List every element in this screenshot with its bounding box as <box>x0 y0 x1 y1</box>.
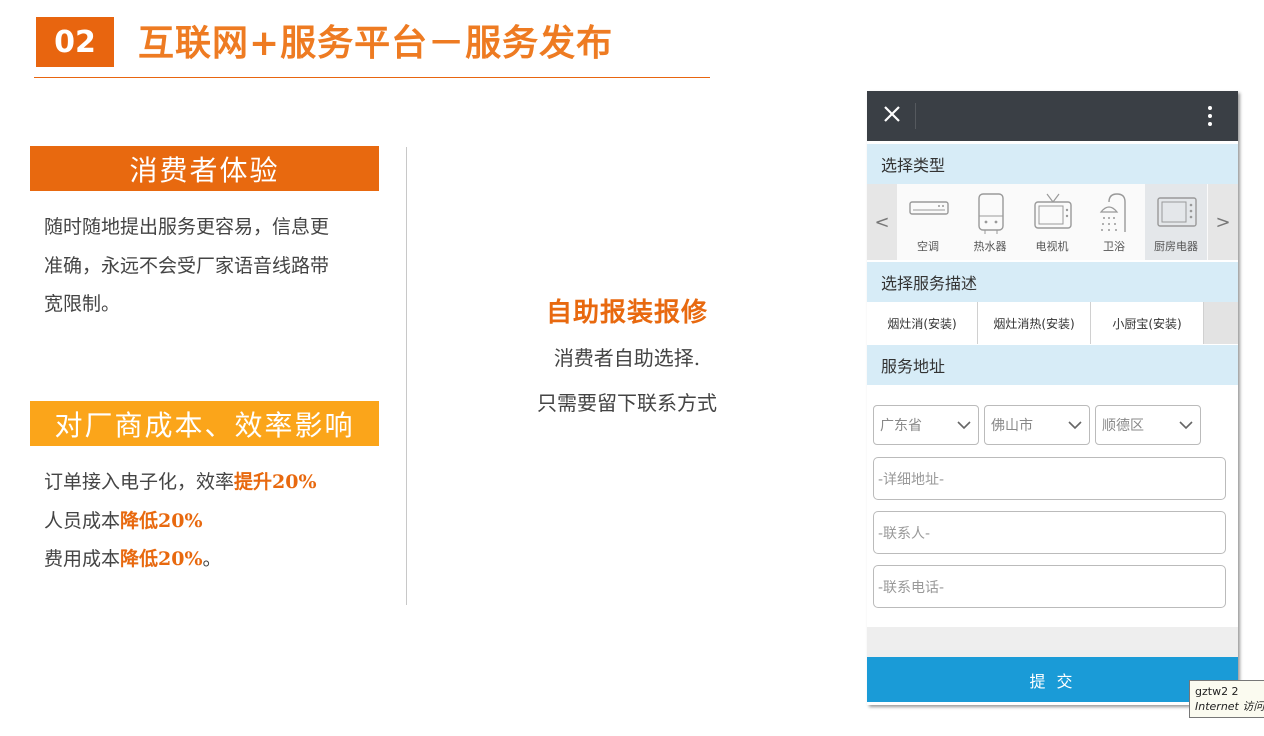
service-description-row: 烟灶消(安装) 烟灶消热(安装) 小厨宝(安装) <box>867 302 1238 344</box>
category-label: 厨房电器 <box>1154 240 1198 253</box>
phone-mockup: 选择类型 < 空调 热水器 电视机 卫浴 厨房电器 > 选择服务描述 烟灶消(安… <box>867 91 1238 705</box>
category-label: 热水器 <box>973 240 1007 253</box>
district-value: 顺德区 <box>1102 418 1144 434</box>
city-select[interactable]: 佛山市 <box>984 405 1090 445</box>
self-service-line: 只需要留下联系方式 <box>537 391 717 415</box>
vendor-highlight: 降低20% <box>120 548 203 570</box>
title-divider <box>34 77 710 78</box>
category-air-conditioner[interactable]: 空调 <box>897 184 959 260</box>
consumer-heading: 消费者体验 <box>30 146 379 191</box>
app-topbar <box>867 91 1238 141</box>
vendor-line-text: 订单接入电子化，效率 <box>44 471 235 493</box>
tv-icon <box>1034 193 1072 229</box>
tooltip: gztw2 2 Internet 访问 <box>1189 680 1264 718</box>
vertical-divider <box>406 147 407 605</box>
carousel-prev-button[interactable]: < <box>867 184 897 260</box>
province-value: 广东省 <box>880 418 922 434</box>
chevron-down-icon <box>957 421 971 430</box>
category-label: 电视机 <box>1035 240 1069 253</box>
category-tv[interactable]: 电视机 <box>1021 184 1083 260</box>
consumer-line: 随时随地提出服务更容易，信息更 <box>44 216 330 238</box>
service-option[interactable]: 烟灶消(安装) <box>867 302 978 344</box>
section-service-description: 选择服务描述 <box>867 262 1238 302</box>
consumer-line: 准确，永远不会受厂家语音线路带 <box>44 254 330 277</box>
category-carousel: < 空调 热水器 电视机 卫浴 厨房电器 > <box>867 184 1238 260</box>
vendor-line: 订单接入电子化，效率提升20% <box>44 463 317 502</box>
category-kitchen-appliance[interactable]: 厨房电器 <box>1145 184 1207 260</box>
self-service-title: 自助报装报修 <box>545 298 708 328</box>
consumer-line: 宽限制。 <box>44 293 121 315</box>
carousel-next-button[interactable]: > <box>1208 184 1238 260</box>
section-select-type: 选择类型 <box>867 144 1238 184</box>
page-title: 互联网+服务平台－服务发布 <box>138 23 614 64</box>
service-option[interactable]: 烟灶消热(安装) <box>978 302 1091 344</box>
vendor-heading: 对厂商成本、效率影响 <box>30 401 379 446</box>
tooltip-line: Internet 访问 <box>1195 700 1264 713</box>
submit-button[interactable]: 提 交 <box>867 657 1238 702</box>
district-select[interactable]: 顺德区 <box>1095 405 1201 445</box>
vendor-highlight: 降低20% <box>120 509 203 532</box>
vendor-line-text: 费用成本 <box>44 548 121 570</box>
vendor-highlight: 提升20% <box>234 471 317 493</box>
vendor-line: 人员成本降低20% <box>44 502 317 541</box>
form-footer-spacer <box>867 627 1238 657</box>
topbar-divider <box>915 103 916 129</box>
vendor-line: 费用成本降低20%。 <box>44 540 317 579</box>
vendor-text: 订单接入电子化，效率提升20% 人员成本降低20% 费用成本降低20%。 <box>44 463 317 579</box>
address-field[interactable]: -详细地址- <box>873 457 1226 500</box>
consumer-text: 随时随地提出服务更容易，信息更 准确，永远不会受厂家语音线路带 宽限制。 <box>44 208 369 324</box>
tooltip-line: gztw2 2 <box>1195 685 1239 698</box>
category-bathroom[interactable]: 卫浴 <box>1083 184 1145 260</box>
category-label: 卫浴 <box>1103 240 1125 253</box>
contact-phone-field[interactable]: -联系电话- <box>873 565 1226 608</box>
category-water-heater[interactable]: 热水器 <box>959 184 1021 260</box>
chevron-down-icon <box>1068 421 1082 430</box>
more-vertical-icon[interactable] <box>1202 103 1218 129</box>
section-number: 02 <box>36 17 114 67</box>
vendor-line-suffix: 。 <box>202 548 222 570</box>
self-service-line: 消费者自助选择. <box>553 346 701 370</box>
water-heater-icon <box>978 193 1004 234</box>
chevron-down-icon <box>1179 421 1193 430</box>
vendor-line-text: 人员成本 <box>44 509 121 532</box>
air-conditioner-icon <box>909 201 949 215</box>
service-option[interactable]: 小厨宝(安装) <box>1091 302 1204 344</box>
category-label: 空调 <box>917 240 939 253</box>
category-strip: 空调 热水器 电视机 卫浴 厨房电器 <box>897 184 1208 260</box>
shower-icon <box>1099 193 1126 232</box>
province-select[interactable]: 广东省 <box>873 405 979 445</box>
section-service-address: 服务地址 <box>867 345 1238 385</box>
close-icon[interactable] <box>880 102 904 126</box>
contact-name-field[interactable]: -联系人- <box>873 511 1226 554</box>
city-value: 佛山市 <box>991 418 1033 434</box>
microwave-icon <box>1157 197 1197 227</box>
